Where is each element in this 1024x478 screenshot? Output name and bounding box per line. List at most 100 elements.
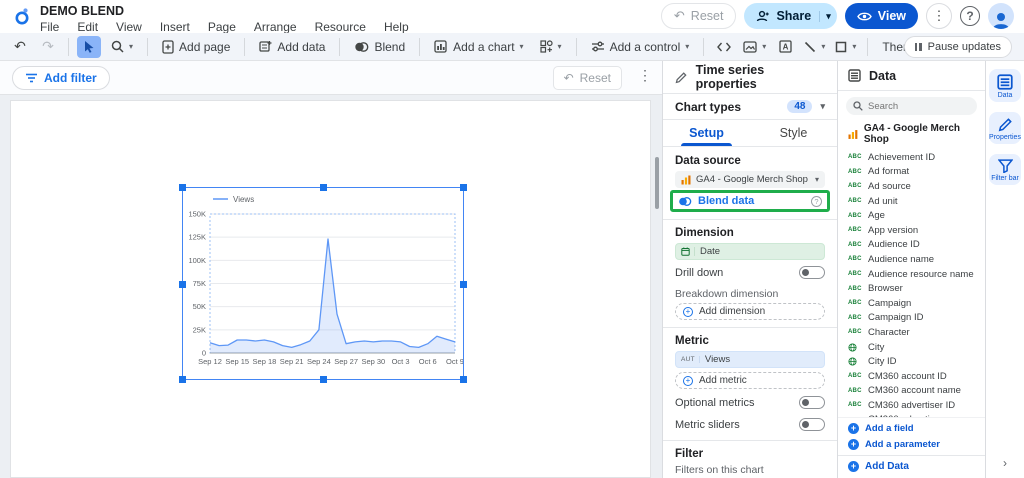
blend-button[interactable]: Blend [348,36,411,58]
menu-item-arrange[interactable]: Arrange [254,20,297,34]
document-title[interactable]: DEMO BLEND [40,4,409,18]
search-input[interactable] [868,101,968,112]
add-data-button[interactable]: + Add Data [838,455,985,478]
menu-item-view[interactable]: View [116,20,142,34]
canvas-more-options[interactable]: ⋮ [638,67,652,84]
more-options-button[interactable]: ⋮ [926,3,952,29]
field-item[interactable]: ABCAge [848,208,985,223]
field-label: CM360 account name [868,385,961,396]
field-item[interactable]: ABCCM360 advertiser ID [848,398,985,413]
rail-filter-bar-button[interactable]: Filter bar [989,154,1021,185]
rail-properties-button[interactable]: Properties [989,112,1021,144]
zoom-tool-button[interactable]: ▾ [105,36,139,58]
canvas-scrollbar[interactable] [655,157,659,209]
add-a-chart-button[interactable]: Add a chart ▾ [428,36,529,58]
view-button[interactable]: View [845,3,918,29]
shape-button[interactable]: ▾ [832,36,859,58]
looker-studio-logo[interactable] [12,6,32,31]
time-series-chart[interactable]: 025K50K75K100K125K150KSep 12Sep 15Sep 18… [182,187,464,380]
field-item[interactable]: ABCAd unit [848,194,985,209]
image-button[interactable]: ▾ [740,36,769,58]
menu-item-edit[interactable]: Edit [77,20,98,34]
field-item[interactable]: City ID [848,354,985,369]
add-dimension-button[interactable]: + Add dimension [675,303,825,320]
svg-text:Oct 6: Oct 6 [419,357,437,366]
dimension-field-date[interactable]: Date [675,243,825,260]
optional-metrics-toggle[interactable] [799,396,825,409]
blend-data-highlight: Blend data ? [670,190,830,212]
field-item[interactable]: ABCCampaign ID [848,311,985,326]
field-item[interactable]: ABCApp version [848,223,985,238]
menu-item-resource[interactable]: Resource [315,20,366,34]
metric-sliders-toggle[interactable] [799,418,825,431]
redo-button[interactable]: ↷ [36,36,60,58]
tab-setup[interactable]: Setup [663,120,750,146]
add-metric-button[interactable]: + Add metric [675,372,825,389]
field-item[interactable]: ABCAudience name [848,252,985,267]
menu-item-help[interactable]: Help [384,20,409,34]
embed-url-button[interactable] [712,36,736,58]
field-item[interactable]: ABCAd format [848,165,985,180]
resize-handle[interactable] [460,184,467,191]
edit-toolbar: ↶ ↷ ▾ Add page Add data Blend Add a char… [0,33,1024,61]
field-item[interactable]: ABCBrowser [848,281,985,296]
undo-button[interactable]: ↶ [8,36,32,58]
field-item[interactable]: City [848,340,985,355]
field-item[interactable]: ABCCampaign [848,296,985,311]
collapse-panel-chevron[interactable]: › [1003,456,1007,470]
drill-down-toggle[interactable] [799,266,825,279]
resize-handle[interactable] [320,184,327,191]
resize-handle[interactable] [320,376,327,383]
resize-handle[interactable] [179,184,186,191]
resize-handle[interactable] [179,376,186,383]
avatar[interactable] [988,3,1014,29]
toolbar-divider [339,38,340,56]
dropdown-caret-icon[interactable]: ▾ [815,175,819,184]
blend-data-link[interactable]: Blend data [698,195,754,207]
add-data-button[interactable]: Add data [253,36,331,58]
field-item[interactable]: ABCCharacter [848,325,985,340]
add-filter-button[interactable]: Add filter [12,66,110,90]
field-item[interactable]: ABCCM360 account name [848,384,985,399]
field-item[interactable]: ABCCM360 account ID [848,369,985,384]
field-item[interactable]: ABCAudience ID [848,238,985,253]
canvas-reset-button[interactable]: ↶ Reset [553,66,622,90]
field-search-box[interactable] [846,97,977,115]
field-item[interactable]: ABCAudience resource name [848,267,985,282]
data-source-chip[interactable]: GA4 - Google Merch Shop ▾ [675,171,825,188]
menu-item-insert[interactable]: Insert [160,20,190,34]
field-item[interactable]: ABCAchievement ID [848,150,985,165]
cursor-icon [84,40,95,53]
rail-data-button[interactable]: Data [989,69,1021,102]
field-item[interactable]: ABCAd source [848,179,985,194]
resize-handle[interactable] [460,281,467,288]
community-visualizations-button[interactable]: ▾ [534,36,568,58]
tab-style[interactable]: Style [750,120,837,146]
resize-handle[interactable] [460,376,467,383]
share-dropdown-caret[interactable]: ▾ [819,11,831,22]
line-button[interactable]: ▾ [801,36,828,58]
chevron-down-icon[interactable]: ▾ [820,101,825,112]
resize-handle[interactable] [179,281,186,288]
text-button[interactable]: A [773,36,797,58]
select-cursor-button[interactable] [77,36,101,58]
text-field-icon: ABC [848,227,862,233]
dropdown-caret-icon: ▾ [129,42,133,51]
chart-types-row[interactable]: Chart types 48 ▾ [663,94,837,120]
add-a-parameter-button[interactable]: + Add a parameter [848,436,975,452]
svg-text:Sep 27: Sep 27 [334,357,358,366]
metric-field-views[interactable]: AUT Views [675,351,825,368]
blend-help-icon[interactable]: ? [811,196,822,207]
help-icon[interactable]: ? [960,6,980,26]
reset-button[interactable]: ↶ Reset [661,3,737,29]
report-page[interactable]: 025K50K75K100K125K150KSep 12Sep 15Sep 18… [10,100,651,478]
menu-item-file[interactable]: File [40,20,59,34]
add-a-field-button[interactable]: + Add a field [848,420,975,436]
add-a-control-button[interactable]: Add a control ▾ [585,36,696,58]
menu-item-page[interactable]: Page [208,20,236,34]
add-page-button[interactable]: Add page [156,36,236,58]
breakdown-dimension-label: Breakdown dimension [675,288,825,300]
data-source-row[interactable]: GA4 - Google Merch Shop [838,119,985,149]
pause-updates-button[interactable]: Pause updates [904,36,1012,58]
share-button[interactable]: Share ▾ [744,3,836,29]
